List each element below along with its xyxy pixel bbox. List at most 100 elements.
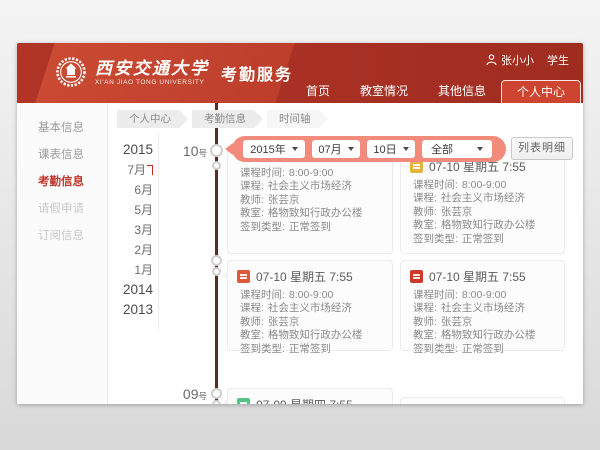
date-nav-february[interactable]: 2月 (109, 240, 153, 260)
nav-classrooms[interactable]: 教室情况 (345, 81, 423, 101)
day-09-number: 09 (183, 386, 199, 402)
card-header: 07-10 星期五 7:55 (228, 261, 392, 287)
field-value: 社会主义市场经济 (441, 302, 525, 314)
timeline-dot[interactable] (212, 400, 221, 404)
field-value: 社会主义市场经济 (441, 192, 525, 204)
field-label: 签到类型: (240, 221, 285, 233)
sidebar-item-leave-request[interactable]: 请假申请 (17, 196, 107, 223)
timeline-dot[interactable] (212, 161, 221, 170)
attendance-card[interactable]: 07-10 星期五 7:55 课程时间:8:00-9:00 课程:社会主义市场经… (400, 150, 565, 254)
field-value: 8:00-9:00 (462, 179, 506, 191)
card-body: 课程时间:8:00-9:00 课程:社会主义市场经济 教师:张芸京 教室:格物致… (401, 177, 564, 252)
current-month-marker-icon (147, 165, 153, 175)
main-nav: 首页 教室情况 其他信息 个人中心 (291, 80, 581, 103)
sidebar-item-subscription-info[interactable]: 订阅信息 (17, 223, 107, 250)
field-value: 格物致知行政办公楼 (441, 219, 536, 231)
attendance-card[interactable]: 07-10 星期五 7:55 课程时间: 8:00-9:00 课程: 社会主义市场经… (400, 260, 565, 351)
university-logo-icon (55, 56, 87, 88)
breadcrumb-personal-center[interactable]: 个人中心 (117, 110, 179, 128)
timeline-dot[interactable] (211, 255, 222, 266)
field-label: 教师: (413, 206, 437, 218)
timeline-day-10: 10号 (165, 143, 207, 161)
sidebar-item-attendance-info[interactable]: 考勤信息 (17, 169, 107, 196)
field-label: 签到类型: (413, 343, 458, 355)
field-label: 签到类型: (413, 233, 458, 245)
event-type-icon (237, 398, 250, 404)
field-label: 教师: (413, 316, 437, 328)
day-10-number: 10 (183, 143, 199, 159)
date-nav-march[interactable]: 3月 (109, 220, 153, 240)
field-label: 课程: (413, 192, 437, 204)
app-window: 西安交通大学 XI'AN JIAO TONG UNIVERSITY 考勤服务 张… (17, 43, 583, 404)
card-header: 07-10 星期五 7:55 (401, 261, 564, 287)
timeline-dot[interactable] (212, 267, 221, 276)
attendance-card[interactable]: 07-10 星期五 7:55 课程时间:8:00-9:00 课程:社会主义市场经… (227, 260, 393, 351)
breadcrumb-timeline[interactable]: 时间轴 (267, 110, 319, 128)
type-dropdown-value: 全部 (431, 141, 453, 157)
date-filter-bar: 2015年 07月 10日 全部 (232, 136, 506, 162)
field-value: 格物致知行政办公楼 (268, 329, 363, 341)
date-nav: 2015 7月 6月 5月 3月 2月 1月 2014 2013 (109, 140, 153, 320)
sidebar: 基本信息 课表信息 考勤信息 请假申请 订阅信息 (17, 103, 108, 404)
month-dropdown-value: 07月 (318, 141, 341, 157)
sidebar-item-basic-info[interactable]: 基本信息 (17, 115, 107, 142)
field-value: 正常签到 (462, 233, 504, 245)
field-label: 课程: (413, 302, 437, 314)
attendance-card[interactable] (400, 397, 565, 404)
field-label: 教师: (240, 316, 264, 328)
field-label: 教室: (413, 219, 437, 231)
field-value: 社会主义市场经济 (268, 180, 352, 192)
field-value: 张芸京 (268, 316, 300, 328)
content-area: 基本信息 课表信息 考勤信息 请假申请 订阅信息 个人中心 考勤信息 时间轴 2… (17, 103, 583, 404)
field-label: 签到类型: (240, 343, 285, 355)
date-nav-june[interactable]: 6月 (109, 180, 153, 200)
university-name: 西安交通大学 XI'AN JIAO TONG UNIVERSITY (95, 59, 209, 86)
list-detail-button[interactable]: 列表明细 (511, 137, 573, 160)
nav-personal-center-active[interactable]: 个人中心 (501, 80, 581, 103)
year-dropdown-value: 2015年 (250, 141, 285, 157)
field-value: 张芸京 (441, 206, 473, 218)
timeline-dot[interactable] (210, 144, 223, 157)
dropdown-arrow-icon (348, 147, 354, 151)
date-nav-2013[interactable]: 2013 (109, 300, 153, 320)
nav-other-info[interactable]: 其他信息 (423, 81, 501, 101)
user-name: 张小小 (501, 52, 534, 68)
card-title: 07-10 星期五 7:55 (256, 268, 353, 285)
sidebar-item-schedule-info[interactable]: 课表信息 (17, 142, 107, 169)
date-nav-divider (158, 133, 159, 329)
type-dropdown[interactable]: 全部 (422, 140, 492, 158)
field-label: 教师: (240, 194, 264, 206)
attendance-card[interactable]: 课程时间:8:00-9:00 课程:社会主义市场经济 教师:张芸京 教室:格物致… (227, 150, 393, 254)
field-value: 正常签到 (289, 221, 331, 233)
field-value: 社会主义市场经济 (268, 302, 352, 314)
university-brand: 西安交通大学 XI'AN JIAO TONG UNIVERSITY 考勤服务 (55, 56, 293, 88)
breadcrumb-attendance-info[interactable]: 考勤信息 (192, 110, 254, 128)
dropdown-arrow-icon (292, 147, 298, 151)
breadcrumb: 个人中心 考勤信息 时间轴 (117, 110, 332, 128)
field-value: 正常签到 (462, 343, 504, 355)
day-09-unit: 号 (198, 391, 207, 401)
field-label: 教室: (240, 329, 264, 341)
user-info[interactable]: 张小小 学生 (486, 52, 569, 68)
day-dropdown[interactable]: 10日 (367, 140, 415, 158)
date-nav-january[interactable]: 1月 (109, 260, 153, 280)
attendance-card[interactable]: 07-09 星期四 7:55 (227, 388, 393, 404)
field-label: 课程时间: (413, 289, 458, 301)
date-nav-2014[interactable]: 2014 (109, 280, 153, 300)
field-label: 教室: (240, 207, 264, 219)
event-type-icon (410, 270, 423, 283)
card-body: 课程时间:8:00-9:00 课程:社会主义市场经济 教师:张芸京 教室:格物致… (228, 287, 392, 362)
person-icon (486, 54, 497, 66)
card-body: 课程时间:8:00-9:00 课程:社会主义市场经济 教师:张芸京 教室:格物致… (228, 151, 392, 240)
date-nav-july[interactable]: 7月 (109, 160, 153, 180)
year-dropdown[interactable]: 2015年 (243, 140, 305, 158)
month-dropdown[interactable]: 07月 (312, 140, 360, 158)
field-value: 张芸京 (441, 316, 473, 328)
date-nav-july-label: 7月 (127, 163, 146, 177)
day-dropdown-value: 10日 (373, 141, 396, 157)
field-value: 8:00-9:00 (462, 289, 506, 301)
date-nav-2015[interactable]: 2015 (109, 140, 153, 160)
timeline-dot[interactable] (211, 388, 222, 399)
date-nav-may[interactable]: 5月 (109, 200, 153, 220)
nav-home[interactable]: 首页 (291, 81, 345, 101)
